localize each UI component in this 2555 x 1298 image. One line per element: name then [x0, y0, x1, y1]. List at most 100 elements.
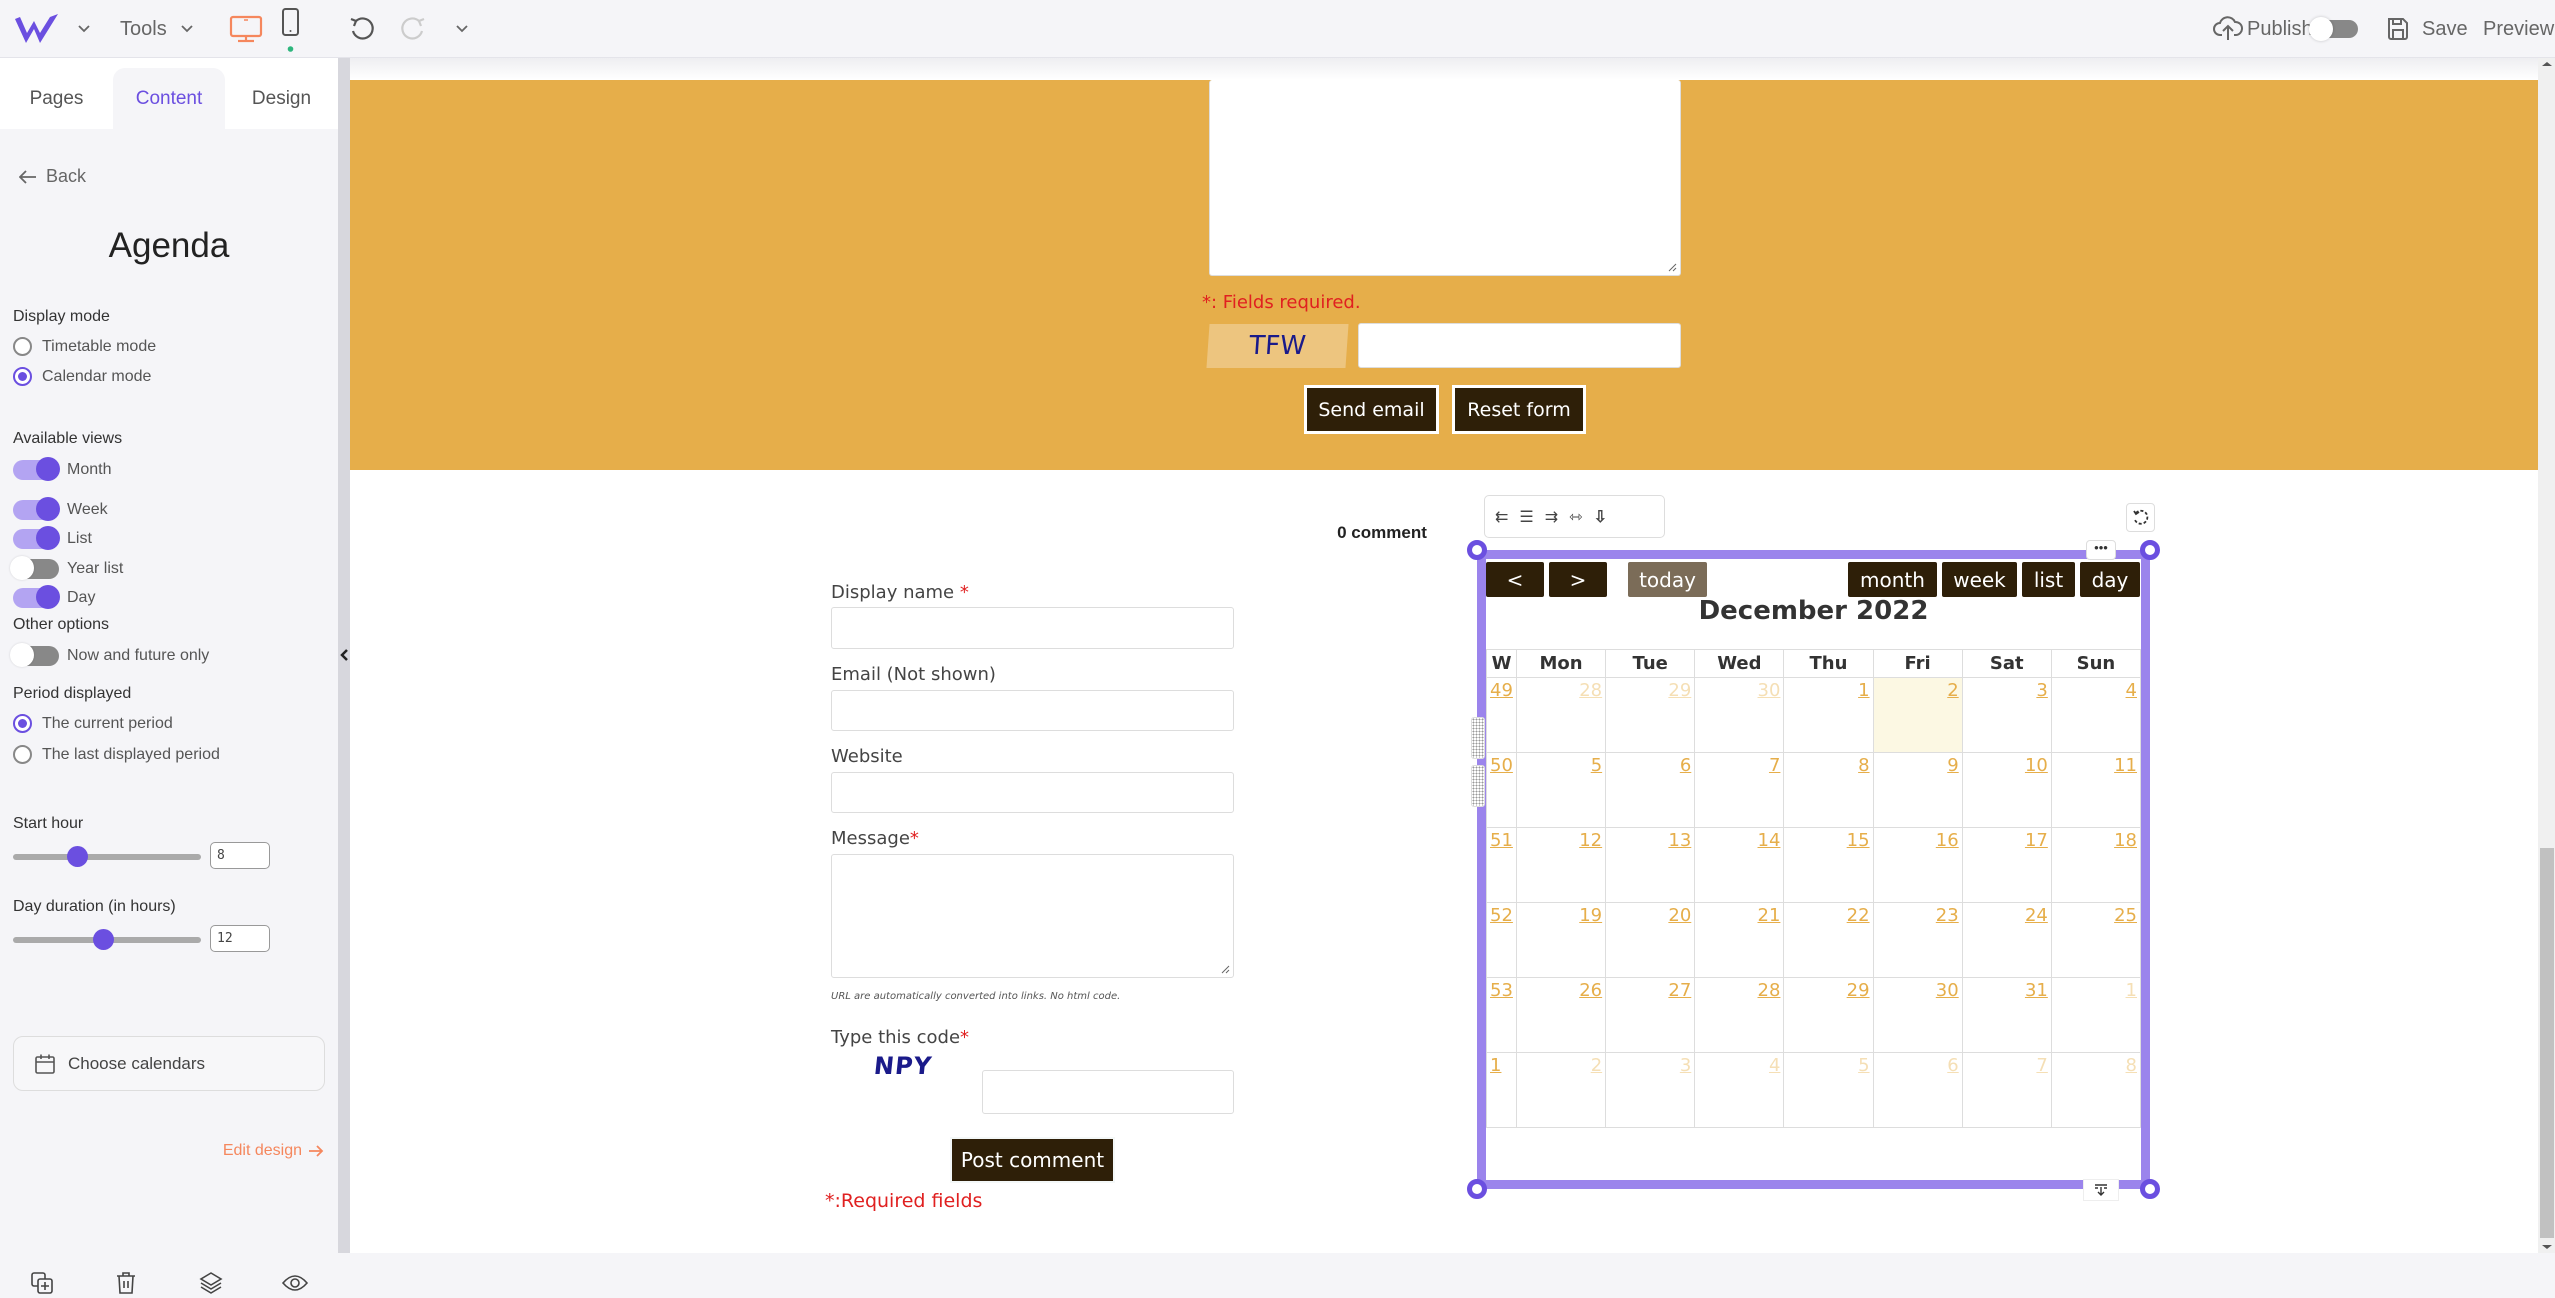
day-duration-input[interactable] — [210, 925, 270, 952]
publish-button[interactable]: Publish — [2213, 0, 2313, 58]
insert-below-button[interactable] — [2083, 1179, 2119, 1201]
send-email-button[interactable]: Send email — [1304, 385, 1439, 434]
align-left-icon[interactable]: ⇇ — [1495, 507, 1508, 527]
today-button[interactable]: today — [1628, 562, 1707, 597]
next-month-button[interactable]: > — [1549, 562, 1607, 597]
day-number-link[interactable]: 5 — [1591, 755, 1602, 776]
day-number-link[interactable]: 30 — [1758, 680, 1781, 701]
reset-button[interactable] — [2126, 503, 2155, 532]
more-options-button[interactable]: ••• — [2086, 540, 2116, 560]
day-number-link[interactable]: 28 — [1758, 980, 1781, 1001]
start-hour-slider[interactable] — [13, 846, 201, 867]
day-number-link[interactable]: 3 — [2036, 680, 2047, 701]
week-number-link[interactable]: 50 — [1490, 755, 1513, 776]
day-cell[interactable]: 6 — [1605, 752, 1696, 828]
post-comment-button[interactable]: Post comment — [950, 1137, 1115, 1183]
day-cell[interactable]: 8 — [1783, 752, 1874, 828]
day-cell[interactable]: 30 — [1872, 977, 1963, 1053]
toggle-switch[interactable] — [10, 643, 59, 667]
full-width-icon[interactable]: ⇿ — [1569, 507, 1582, 527]
scroll-thumb[interactable] — [2540, 848, 2554, 1238]
day-number-link[interactable]: 22 — [1847, 905, 1870, 926]
day-number-link[interactable]: 6 — [1680, 755, 1691, 776]
day-number-link[interactable]: 7 — [2036, 1055, 2047, 1076]
day-cell[interactable]: 15 — [1783, 827, 1874, 903]
choose-calendars-button[interactable]: Choose calendars — [13, 1036, 325, 1091]
day-cell[interactable]: 28 — [1694, 977, 1785, 1053]
toggle-switch[interactable] — [13, 497, 60, 521]
day-number-link[interactable]: 2 — [1947, 680, 1958, 701]
day-cell[interactable]: 31 — [1961, 977, 2052, 1053]
day-cell[interactable]: 20 — [1605, 902, 1696, 978]
day-number-link[interactable]: 1 — [2126, 980, 2137, 1001]
day-number-link[interactable]: 15 — [1847, 830, 1870, 851]
history-menu[interactable] — [456, 0, 468, 58]
day-cell[interactable]: 1 — [2050, 977, 2142, 1053]
day-cell[interactable]: 14 — [1694, 827, 1785, 903]
day-number-link[interactable]: 7 — [1769, 755, 1780, 776]
day-number-link[interactable]: 31 — [2025, 980, 2048, 1001]
undo-button[interactable] — [348, 0, 376, 58]
day-cell[interactable]: 3 — [1605, 1052, 1696, 1128]
toggle-switch[interactable] — [13, 457, 60, 481]
scroll-up-arrow[interactable] — [2542, 62, 2552, 66]
toggle-day[interactable]: Day — [13, 585, 95, 609]
day-cell[interactable]: 29 — [1605, 677, 1696, 753]
day-cell[interactable]: 27 — [1605, 977, 1696, 1053]
day-number-link[interactable]: 27 — [1668, 980, 1691, 1001]
layers-button[interactable] — [196, 1268, 226, 1298]
day-number-link[interactable]: 3 — [1680, 1055, 1691, 1076]
day-cell[interactable]: 25 — [2050, 902, 2142, 978]
delete-button[interactable] — [111, 1268, 141, 1298]
day-cell[interactable]: 7 — [1694, 752, 1785, 828]
day-number-link[interactable]: 14 — [1758, 830, 1781, 851]
resize-handle-top-left[interactable] — [1467, 540, 1487, 560]
view-list-button[interactable]: list — [2022, 562, 2075, 597]
radio-button[interactable] — [13, 745, 32, 764]
day-cell[interactable]: 22 — [1783, 902, 1874, 978]
day-number-link[interactable]: 16 — [1936, 830, 1959, 851]
radio-last-period[interactable]: The last displayed period — [13, 745, 220, 764]
radio-current-period[interactable]: The current period — [13, 714, 173, 733]
display-name-input[interactable] — [831, 607, 1234, 649]
toggle-switch[interactable] — [10, 556, 59, 580]
day-number-link[interactable]: 5 — [1858, 1055, 1869, 1076]
align-center-icon[interactable]: ☰ — [1519, 507, 1533, 527]
day-cell-today[interactable]: 2 — [1872, 677, 1963, 753]
website-input[interactable] — [831, 772, 1234, 813]
day-cell[interactable]: 6 — [1872, 1052, 1963, 1128]
reset-form-button[interactable]: Reset form — [1452, 385, 1586, 434]
tab-pages[interactable]: Pages — [0, 68, 113, 129]
day-number-link[interactable]: 18 — [2114, 830, 2137, 851]
day-cell[interactable]: 13 — [1605, 827, 1696, 903]
day-number-link[interactable]: 1 — [1858, 680, 1869, 701]
day-number-link[interactable]: 4 — [1769, 1055, 1780, 1076]
day-cell[interactable]: 8 — [2050, 1052, 2142, 1128]
day-number-link[interactable]: 17 — [2025, 830, 2048, 851]
logo-menu[interactable] — [14, 0, 90, 58]
day-number-link[interactable]: 11 — [2114, 755, 2137, 776]
toggle-now-and-future[interactable]: Now and future only — [10, 643, 209, 667]
duplicate-button[interactable] — [27, 1268, 57, 1298]
week-number-link[interactable]: 1 — [1490, 1055, 1501, 1076]
day-cell[interactable]: 7 — [1961, 1052, 2052, 1128]
day-cell[interactable]: 3 — [1961, 677, 2052, 753]
day-number-link[interactable]: 23 — [1936, 905, 1959, 926]
day-cell[interactable]: 5 — [1515, 752, 1607, 828]
week-number-link[interactable]: 49 — [1490, 680, 1513, 701]
tab-content[interactable]: Content — [113, 68, 225, 129]
toggle-switch[interactable] — [13, 585, 60, 609]
sidebar-collapse-handle[interactable] — [338, 58, 350, 1253]
toggle-week[interactable]: Week — [13, 497, 108, 521]
day-number-link[interactable]: 6 — [1947, 1055, 1958, 1076]
scroll-down-arrow[interactable] — [2542, 1245, 2552, 1249]
day-cell[interactable]: 4 — [1694, 1052, 1785, 1128]
day-number-link[interactable]: 29 — [1847, 980, 1870, 1001]
preview-button[interactable]: Preview — [2483, 0, 2554, 58]
day-number-link[interactable]: 4 — [2126, 680, 2137, 701]
radio-button[interactable] — [13, 714, 32, 733]
slider-thumb[interactable] — [66, 846, 88, 867]
day-cell[interactable]: 17 — [1961, 827, 2052, 903]
day-cell[interactable]: 12 — [1515, 827, 1607, 903]
publish-toggle[interactable] — [2309, 0, 2358, 58]
